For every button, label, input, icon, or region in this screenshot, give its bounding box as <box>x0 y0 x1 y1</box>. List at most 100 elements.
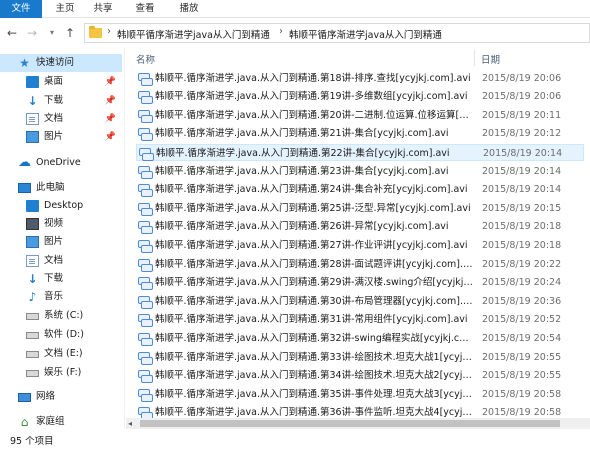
file-row[interactable]: 韩顺平.循序渐进学.java.从入门到精通.第27讲-作业评讲[ycyjkj.c… <box>136 237 584 254</box>
file-row[interactable]: 韩顺平.循序渐进学.java.从入门到精通.第34讲-绘图技术.坦克大战2[yc… <box>136 367 584 384</box>
file-row[interactable]: 韩顺平.循序渐进学.java.从入门到精通.第25讲-泛型.异常[ycyjkj.… <box>136 200 584 217</box>
file-name: 韩顺平.循序渐进学.java.从入门到精通.第23讲-集合[ycyjkj.com… <box>155 165 449 177</box>
horizontal-scrollbar[interactable]: ◂ <box>126 418 590 429</box>
nav-downloads-pinned[interactable]: ↓ 下载 📌 <box>0 92 122 110</box>
column-header-date[interactable]: 日期 <box>481 52 500 66</box>
video-file-icon <box>138 314 153 328</box>
up-arrow-icon[interactable]: ↑ <box>62 25 78 41</box>
file-date: 2015/8/19 20:14 <box>483 148 563 159</box>
breadcrumb-parent[interactable]: 韩顺平循序渐进学java从入门到精通 <box>117 27 270 41</box>
forward-arrow-icon[interactable]: → <box>24 25 40 41</box>
file-date: 2015/8/19 20:11 <box>482 109 562 121</box>
file-row[interactable]: 韩顺平.循序渐进学.java.从入门到精通.第29讲-满汉楼.swing介绍[y… <box>136 274 584 291</box>
nav-quick-access[interactable]: ★ 快速访问 <box>0 54 122 72</box>
file-row[interactable]: 韩顺平.循序渐进学.java.从入门到精通.第23讲-集合[ycyjkj.com… <box>136 163 584 180</box>
tab-play[interactable]: 播放 <box>172 0 206 18</box>
file-date: 2015/8/19 20:24 <box>482 277 562 289</box>
column-header-name[interactable]: 名称 <box>136 52 155 66</box>
address-bar[interactable]: › 韩顺平循序渐进学java从入门到精通 › 韩顺平循序渐进学java从入门到精… <box>84 23 590 43</box>
nav-music[interactable]: ♪ 音乐 <box>0 288 122 306</box>
pane-splitter[interactable] <box>124 48 125 428</box>
tab-home[interactable]: 主页 <box>48 0 82 18</box>
nav-documents[interactable]: 文档 <box>0 252 122 270</box>
nav-item-label: Desktop <box>44 200 84 211</box>
this-pc-icon <box>18 183 31 193</box>
file-name: 韩顺平.循序渐进学.java.从入门到精通.第32讲-swing编程实战[ycy… <box>155 333 473 344</box>
scroll-left-icon[interactable]: ◂ <box>128 418 132 429</box>
drive-icon <box>26 332 39 339</box>
video-file-icon <box>138 202 153 216</box>
tab-share[interactable]: 共享 <box>86 0 120 18</box>
desktop-icon <box>26 200 39 212</box>
pin-icon: 📌 <box>104 77 116 87</box>
nav-homegroup[interactable]: ⌂ 家庭组 <box>0 413 122 431</box>
file-name: 韩顺平.循序渐进学.java.从入门到精通.第29讲-满汉楼.swing介绍[y… <box>155 277 473 289</box>
nav-drive-e[interactable]: 文档 (E:) <box>0 345 122 363</box>
file-row[interactable]: 韩顺平.循序渐进学.java.从入门到精通.第21讲-集合[ycyjkj.com… <box>136 125 584 142</box>
file-name: 韩顺平.循序渐进学.java.从入门到精通.第25讲-泛型.异常[ycyjkj.… <box>155 202 471 214</box>
nav-downloads[interactable]: ↓ 下载 <box>0 270 122 288</box>
chevron-right-icon[interactable]: › <box>107 26 111 37</box>
nav-desktop-pinned[interactable]: 桌面 📌 <box>0 73 122 91</box>
nav-item-label: 图片 <box>44 236 64 247</box>
scrollbar-thumb[interactable] <box>140 420 560 427</box>
breadcrumb-current[interactable]: 韩顺平循序渐进学java从入门到精通 <box>289 27 442 41</box>
onedrive-icon: ☁ <box>18 155 31 170</box>
tab-file[interactable]: 文件 <box>0 0 42 18</box>
file-row[interactable]: 韩顺平.循序渐进学.java.从入门到精通.第36讲-事件监听.坦克大战4[yc… <box>136 404 584 418</box>
chevron-right-icon[interactable]: › <box>279 26 283 37</box>
file-row[interactable]: 韩顺平.循序渐进学.java.从入门到精通.第31讲-常用组件[ycyjkj.c… <box>136 311 584 328</box>
file-name: 韩顺平.循序渐进学.java.从入门到精通.第30讲-布局管理器[ycyjkj.… <box>155 295 473 307</box>
file-row[interactable]: 韩顺平.循序渐进学.java.从入门到精通.第26讲-异常[ycyjkj.com… <box>136 218 584 235</box>
file-row[interactable]: 韩顺平.循序渐进学.java.从入门到精通.第32讲-swing编程实战[ycy… <box>136 330 584 347</box>
nav-drive-c[interactable]: 系统 (C:) <box>0 307 122 325</box>
nav-pictures[interactable]: 图片 <box>0 233 122 251</box>
file-date: 2015/8/19 20:18 <box>482 221 562 233</box>
status-bar: 95 个项目 <box>0 431 590 449</box>
ribbon: 文件 主页 共享 查看 播放 <box>0 0 590 18</box>
nav-drive-f[interactable]: 娱乐 (F:) <box>0 364 122 382</box>
documents-icon <box>26 113 39 125</box>
nav-onedrive[interactable]: ☁ OneDrive <box>0 154 122 172</box>
nav-item-label: 视频 <box>44 218 64 229</box>
pin-icon: 📌 <box>104 114 116 124</box>
file-name: 韩顺平.循序渐进学.java.从入门到精通.第34讲-绘图技术.坦克大战2[yc… <box>155 370 473 382</box>
file-row[interactable]: 韩顺平.循序渐进学.java.从入门到精通.第24讲-集合补充[ycyjkj.c… <box>136 181 584 198</box>
download-icon: ↓ <box>27 272 38 286</box>
file-date: 2015/8/19 20:14 <box>482 184 562 196</box>
file-date: 2015/8/19 20:58 <box>482 407 562 418</box>
tab-view[interactable]: 查看 <box>128 0 162 18</box>
video-file-icon <box>138 240 153 253</box>
file-row[interactable]: 韩顺平.循序渐进学.java.从入门到精通.第22讲-集合[ycyjkj.com… <box>136 144 584 161</box>
file-row[interactable]: 韩顺平.循序渐进学.java.从入门到精通.第28讲-面试题评讲[ycyjkj.… <box>136 256 584 273</box>
nav-item-label: 娱乐 (F:) <box>44 367 82 378</box>
nav-this-pc[interactable]: 此电脑 <box>0 179 122 197</box>
file-date: 2015/8/19 20:58 <box>482 388 562 400</box>
nav-item-label: 文档 (E:) <box>44 348 83 359</box>
video-file-icon <box>138 388 153 402</box>
file-date: 2015/8/19 20:55 <box>482 370 562 382</box>
nav-videos[interactable]: 视频 <box>0 215 122 233</box>
nav-drive-d[interactable]: 软件 (D:) <box>0 326 122 344</box>
nav-documents-pinned[interactable]: 文档 📌 <box>0 110 122 128</box>
file-name: 韩顺平.循序渐进学.java.从入门到精通.第24讲-集合补充[ycyjkj.c… <box>155 184 468 196</box>
file-row[interactable]: 韩顺平.循序渐进学.java.从入门到精通.第18讲-排序.查找[ycyjkj.… <box>136 70 584 87</box>
file-name: 韩顺平.循序渐进学.java.从入门到精通.第19讲-多维数组[ycyjkj.c… <box>155 91 468 103</box>
video-file-icon <box>138 277 153 291</box>
nav-item-label: 音乐 <box>44 291 64 302</box>
file-row[interactable]: 韩顺平.循序渐进学.java.从入门到精通.第33讲-绘图技术.坦克大战1[yc… <box>136 349 584 366</box>
file-row[interactable]: 韩顺平.循序渐进学.java.从入门到精通.第35讲-事件处理.坦克大战3[yc… <box>136 386 584 403</box>
file-date: 2015/8/19 20:18 <box>482 240 562 251</box>
file-row[interactable]: 韩顺平.循序渐进学.java.从入门到精通.第19讲-多维数组[ycyjkj.c… <box>136 88 584 105</box>
file-date: 2015/8/19 20:06 <box>482 91 562 103</box>
column-divider[interactable] <box>474 50 475 66</box>
recent-locations-chevron-icon[interactable]: ▾ <box>44 25 60 41</box>
back-arrow-icon[interactable]: ← <box>4 25 20 41</box>
nav-network[interactable]: 网络 <box>0 388 122 406</box>
nav-desktop[interactable]: Desktop <box>0 197 122 215</box>
file-row[interactable]: 韩顺平.循序渐进学.java.从入门到精通.第20讲-二进制.位运算.位移运算[… <box>136 107 584 124</box>
nav-pictures-pinned[interactable]: 图片 📌 <box>0 128 122 146</box>
item-count: 95 个项目 <box>10 436 54 447</box>
file-row[interactable]: 韩顺平.循序渐进学.java.从入门到精通.第30讲-布局管理器[ycyjkj.… <box>136 293 584 310</box>
pictures-icon <box>26 236 39 248</box>
